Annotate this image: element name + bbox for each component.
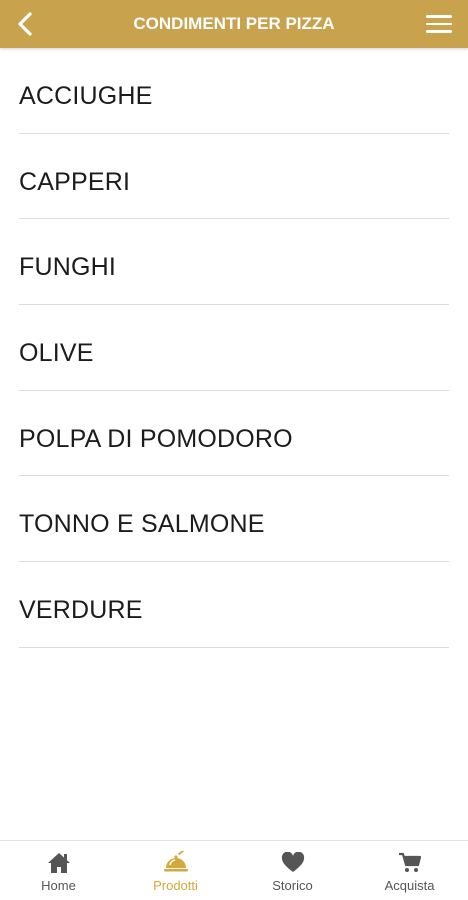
food-dome-icon — [163, 851, 189, 875]
chevron-left-icon — [18, 12, 32, 36]
nav-label-prodotti: Prodotti — [153, 878, 198, 893]
nav-item-acquista[interactable]: Acquista — [351, 841, 468, 900]
list-item-label: OLIVE — [19, 339, 94, 368]
nav-label-storico: Storico — [272, 878, 313, 893]
cart-icon — [397, 851, 423, 875]
list-item-label: POLPA DI POMODORO — [19, 424, 293, 453]
page-title: CONDIMENTI PER PIZZA — [133, 14, 335, 33]
hamburger-menu-icon — [426, 15, 452, 18]
list-item-olive[interactable]: OLIVE — [19, 305, 449, 391]
nav-item-prodotti[interactable]: Prodotti — [117, 841, 234, 900]
nav-item-storico[interactable]: Storico — [234, 841, 351, 900]
app-header: CONDIMENTI PER PIZZA — [0, 0, 468, 48]
heart-icon — [280, 851, 306, 875]
list-item-label: VERDURE — [19, 596, 143, 625]
nav-label-home: Home — [41, 878, 76, 893]
list-item-acciughe[interactable]: ACCIUGHE — [19, 48, 449, 134]
nav-item-home[interactable]: Home — [0, 841, 117, 900]
list-item-capperi[interactable]: CAPPERI — [19, 134, 449, 220]
list-item-verdure[interactable]: VERDURE — [19, 562, 449, 648]
menu-button[interactable] — [426, 12, 454, 36]
nav-label-acquista: Acquista — [384, 878, 435, 893]
bottom-navigation: Home Prodotti Storico Acquista — [0, 840, 468, 900]
list-item-funghi[interactable]: FUNGHI — [19, 219, 449, 306]
list-item-polpa-di-pomodoro[interactable]: POLPA DI POMODORO — [19, 391, 449, 477]
list-item-label: CAPPERI — [19, 167, 131, 196]
back-button[interactable] — [10, 8, 40, 40]
list-item-label: ACCIUGHE — [19, 82, 153, 110]
app-screen: CONDIMENTI PER PIZZA ACCIUGHE CAPPERI FU… — [0, 0, 468, 900]
home-icon — [46, 851, 72, 875]
list-item-tonno-e-salmone[interactable]: TONNO E SALMONE — [19, 476, 449, 563]
condiments-list: ACCIUGHE CAPPERI FUNGHI OLIVE POLPA DI P… — [0, 48, 468, 648]
list-item-label: FUNGHI — [19, 253, 117, 282]
list-item-label: TONNO E SALMONE — [19, 510, 265, 539]
